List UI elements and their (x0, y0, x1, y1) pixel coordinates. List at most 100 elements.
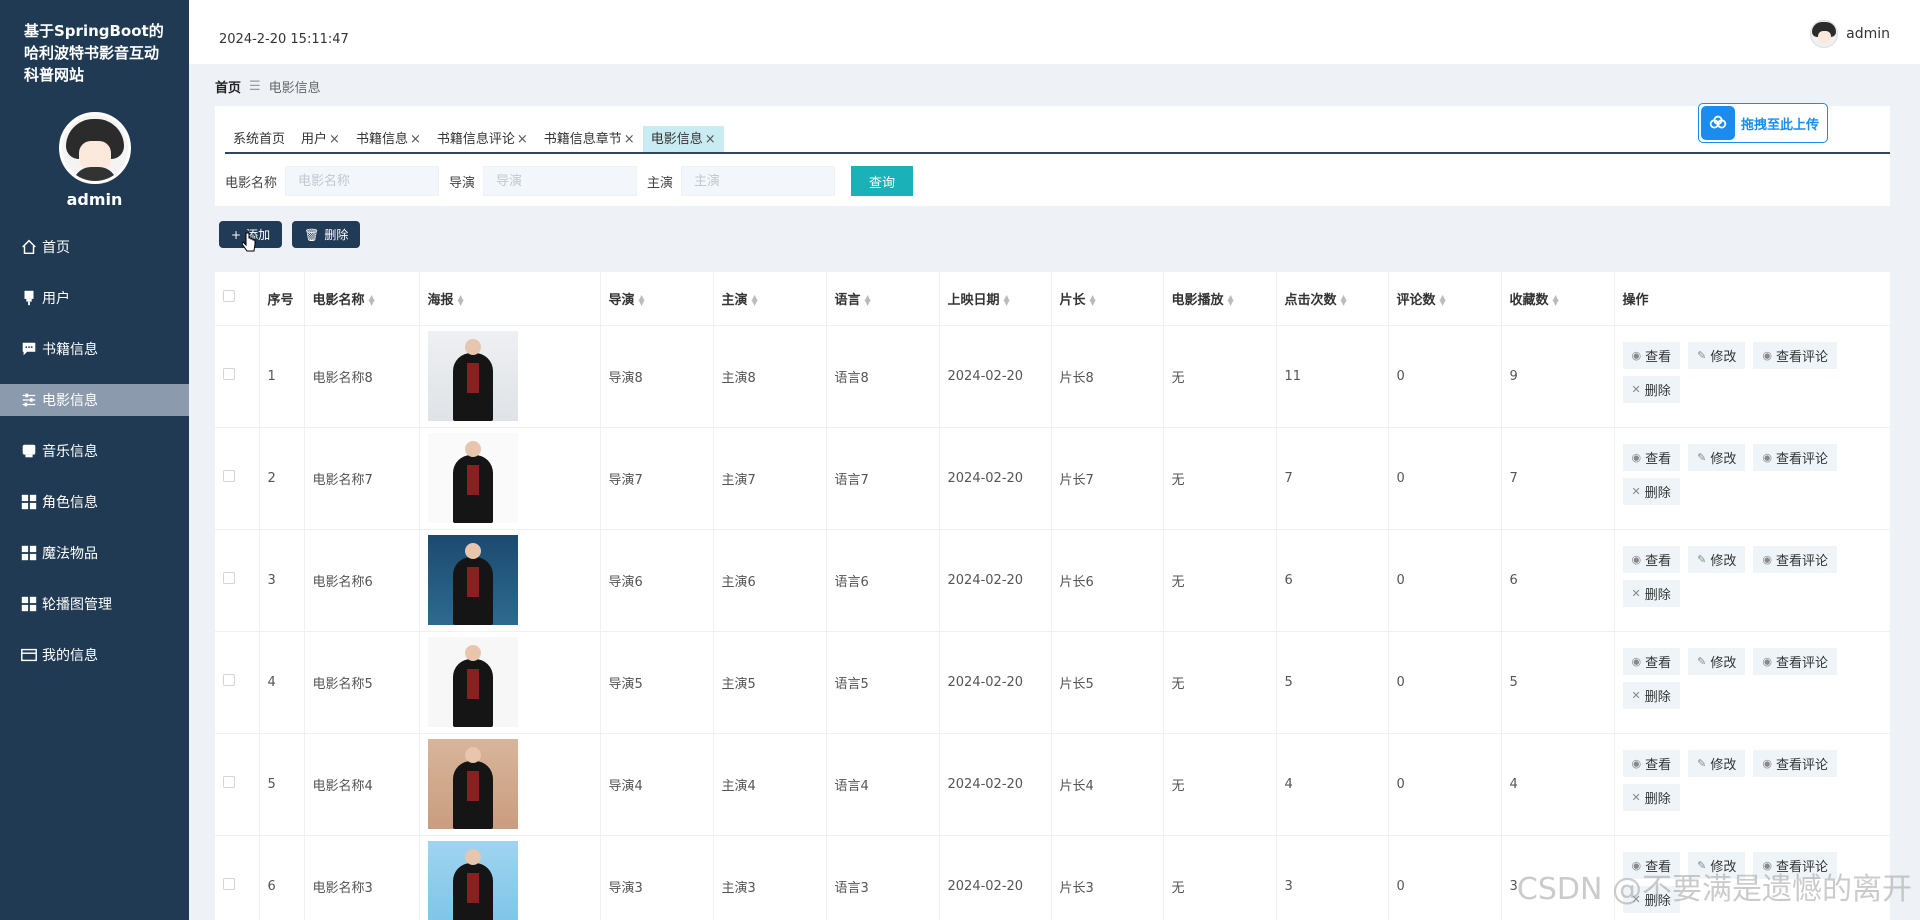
row-delete-button[interactable]: ✕ 删除 (1622, 580, 1680, 607)
view-comments-button[interactable]: ◉ 查看评论 (1753, 546, 1837, 573)
top-user-name[interactable]: admin (1846, 26, 1890, 42)
cell-poster[interactable] (419, 325, 601, 428)
poster-image[interactable] (427, 637, 518, 727)
sidebar-item-books[interactable]: 书籍信息 (0, 333, 189, 365)
tab-movies[interactable]: 电影信息 × (642, 126, 724, 152)
poster-image[interactable] (427, 331, 518, 421)
cell-poster[interactable] (419, 631, 601, 734)
select-all-checkbox[interactable] (215, 272, 260, 326)
cell-play: 无 (1163, 325, 1277, 428)
director-input[interactable] (483, 166, 638, 196)
sidebar-item-movies[interactable]: 电影信息 (0, 384, 189, 416)
col-header-clicks[interactable]: 点击次数 ▲ ▼ (1276, 272, 1389, 326)
cell-poster[interactable] (419, 733, 601, 836)
row-checkbox[interactable] (215, 529, 260, 632)
top-header: 2024-2-20 15:11:47 admin (189, 0, 1920, 64)
sidebar-item-user[interactable]: 用户 (0, 282, 189, 314)
top-user-menu[interactable]: admin (1810, 20, 1890, 48)
row-checkbox[interactable] (215, 427, 260, 530)
poster-image[interactable] (427, 841, 518, 920)
edit-button[interactable]: ✎ 修改 (1688, 546, 1746, 573)
col-header-director[interactable]: 导演 ▲ ▼ (600, 272, 714, 326)
row-checkbox[interactable] (215, 325, 260, 428)
sidebar-item-label: 轮播图管理 (42, 597, 112, 613)
col-header-play[interactable]: 电影播放 ▲ ▼ (1163, 272, 1277, 326)
cell-comments: 0 (1388, 427, 1502, 530)
edit-button[interactable]: ✎ 修改 (1688, 648, 1746, 675)
col-header-poster[interactable]: 海报 ▲ ▼ (419, 272, 601, 326)
movie-name-input[interactable] (285, 166, 440, 196)
search-row: 电影名称 导演 主演 查询 (225, 166, 914, 196)
actor-input[interactable] (681, 166, 836, 196)
view-button[interactable]: ◉ 查看 (1622, 444, 1681, 471)
table-header-row: 序号 电影名称 ▲ ▼ 海报 ▲ ▼ 导演 ▲ ▼ 主演 ▲ ▼ 语言 ▲ ▼ 上映日期 ▲ ▼ 片长 ▲… (215, 272, 1890, 326)
delete-button[interactable]: 🗑 删除 (292, 221, 361, 248)
edit-button[interactable]: ✎ 修改 (1688, 750, 1746, 777)
eye-icon: ◉ (1762, 757, 1772, 770)
upload-dropzone[interactable]: 拖拽至此上传 (1698, 103, 1828, 143)
view-comments-button[interactable]: ◉ 查看评论 (1753, 852, 1837, 879)
cell-poster[interactable] (419, 427, 601, 530)
row-delete-button[interactable]: ✕ 删除 (1622, 886, 1680, 913)
edit-button[interactable]: ✎ 修改 (1688, 444, 1746, 471)
sidebar-item-my-info[interactable]: 我的信息 (0, 639, 189, 671)
view-comments-button[interactable]: ◉ 查看评论 (1753, 444, 1837, 471)
sidebar-item-characters[interactable]: 角色信息 (0, 486, 189, 518)
row-checkbox[interactable] (215, 733, 260, 836)
view-comments-button[interactable]: ◉ 查看评论 (1753, 342, 1837, 369)
row-delete-button[interactable]: ✕ 删除 (1622, 682, 1680, 709)
poster-image[interactable] (427, 433, 518, 523)
col-header-language[interactable]: 语言 ▲ ▼ (826, 272, 940, 326)
edit-icon: ✎ (1697, 451, 1707, 464)
poster-image[interactable] (427, 739, 518, 829)
tab-books[interactable]: 书籍信息 × (348, 126, 429, 152)
cell-poster[interactable] (419, 529, 601, 632)
col-header-actor[interactable]: 主演 ▲ ▼ (713, 272, 827, 326)
table-row: 3 电影名称6 导演6 主演6 语言6 2024-02-20 片长6 无 6 0 6 ◉ 查看 ✎ 修改… (215, 529, 1890, 632)
close-icon: ✕ (1631, 383, 1641, 396)
row-checkbox[interactable] (215, 631, 260, 734)
view-button[interactable]: ◉ 查看 (1622, 342, 1681, 369)
tab-book-chapters[interactable]: 书籍信息章节 × (536, 126, 643, 152)
edit-button[interactable]: ✎ 修改 (1688, 342, 1746, 369)
col-header-date[interactable]: 上映日期 ▲ ▼ (939, 272, 1052, 326)
view-button[interactable]: ◉ 查看 (1622, 648, 1681, 675)
close-icon[interactable]: × (517, 132, 528, 147)
col-header-favorites[interactable]: 收藏数 ▲ ▼ (1501, 272, 1615, 326)
sidebar-item-home[interactable]: 首页 (0, 231, 189, 263)
view-button[interactable]: ◉ 查看 (1622, 852, 1681, 879)
col-header-comments[interactable]: 评论数 ▲ ▼ (1388, 272, 1502, 326)
view-comments-button[interactable]: ◉ 查看评论 (1753, 750, 1837, 777)
tab-user[interactable]: 用户 × (293, 126, 348, 152)
query-button[interactable]: 查询 (851, 166, 914, 196)
breadcrumb-current: 电影信息 (268, 81, 321, 96)
row-delete-button[interactable]: ✕ 删除 (1622, 784, 1680, 811)
tab-system-home[interactable]: 系统首页 (225, 126, 293, 152)
close-icon[interactable]: × (624, 132, 635, 147)
tab-book-comments[interactable]: 书籍信息评论 × (429, 126, 536, 152)
row-delete-button[interactable]: ✕ 删除 (1622, 376, 1680, 403)
avatar[interactable] (1810, 20, 1839, 48)
breadcrumb-home[interactable]: 首页 (215, 77, 241, 96)
view-button[interactable]: ◉ 查看 (1622, 546, 1681, 573)
col-header-name[interactable]: 电影名称 ▲ ▼ (304, 272, 420, 326)
edit-icon: ✎ (1697, 655, 1707, 668)
sliders-icon (19, 390, 39, 410)
row-delete-button[interactable]: ✕ 删除 (1622, 478, 1680, 505)
grid-icon (19, 492, 39, 512)
poster-image[interactable] (427, 535, 518, 625)
close-icon[interactable]: × (410, 132, 421, 147)
cell-poster[interactable] (419, 835, 601, 920)
avatar[interactable] (58, 112, 131, 184)
view-button[interactable]: ◉ 查看 (1622, 750, 1681, 777)
sidebar-item-music[interactable]: 音乐信息 (0, 435, 189, 467)
sidebar-item-magic-items[interactable]: 魔法物品 (0, 537, 189, 569)
close-icon[interactable]: × (705, 132, 716, 147)
view-comments-button[interactable]: ◉ 查看评论 (1753, 648, 1837, 675)
edit-button[interactable]: ✎ 修改 (1688, 852, 1746, 879)
sidebar-item-carousel[interactable]: 轮播图管理 (0, 588, 189, 620)
cell-duration: 片长4 (1051, 733, 1164, 836)
row-checkbox[interactable] (215, 835, 260, 920)
col-header-duration[interactable]: 片长 ▲ ▼ (1051, 272, 1164, 326)
close-icon[interactable]: × (329, 132, 340, 147)
